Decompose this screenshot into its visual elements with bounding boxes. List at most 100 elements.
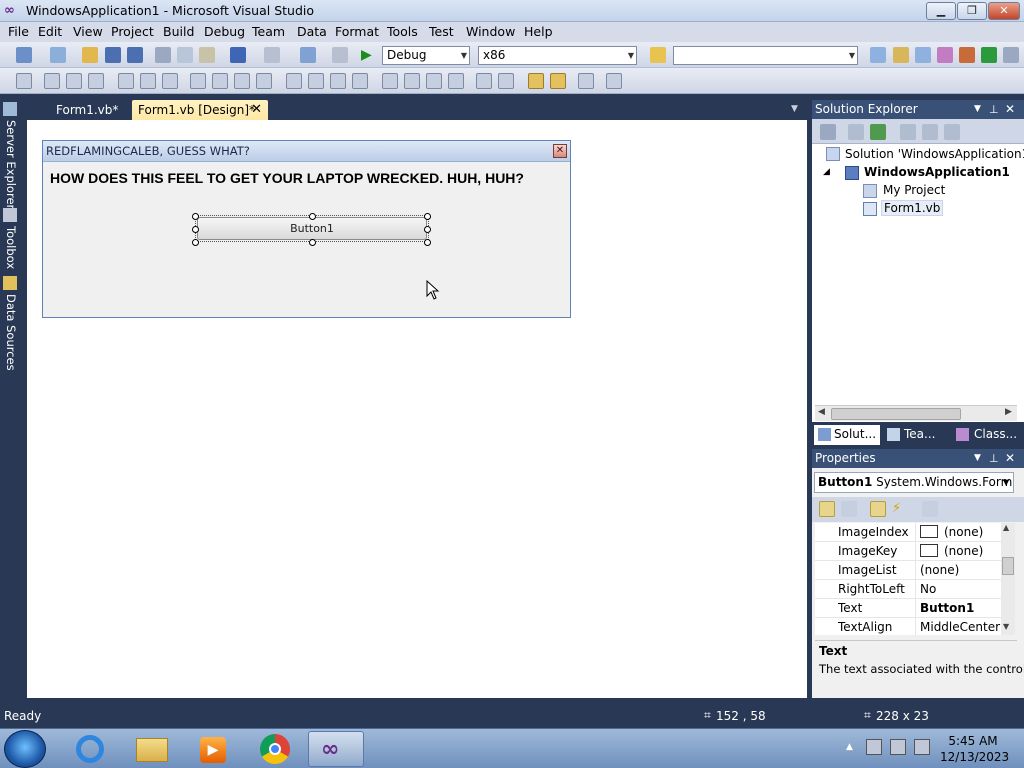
menu-file[interactable]: File xyxy=(8,24,29,39)
refresh-icon[interactable] xyxy=(870,124,886,140)
panel-close-icon[interactable]: ✕ xyxy=(1005,449,1015,468)
menu-window[interactable]: Window xyxy=(466,24,515,39)
menu-project[interactable]: Project xyxy=(111,24,154,39)
start-button[interactable] xyxy=(4,730,46,768)
form-client-area[interactable]: HOW DOES THIS FEEL TO GET YOUR LAPTOP WR… xyxy=(43,162,570,317)
solution-explorer-icon[interactable] xyxy=(870,47,886,63)
menu-edit[interactable]: Edit xyxy=(38,24,62,39)
property-pages-icon[interactable] xyxy=(922,501,938,517)
object-selector[interactable]: Button1 System.Windows.Forms.B ▼ xyxy=(814,472,1014,493)
class-diagram-icon[interactable] xyxy=(944,124,960,140)
increase-vertical-spacing-icon[interactable] xyxy=(404,73,420,89)
taskbar-chrome[interactable] xyxy=(248,731,304,767)
tab-server-explorer[interactable]: Server Explorer xyxy=(2,120,20,209)
new-project-icon[interactable] xyxy=(16,47,32,63)
center-vertically-icon[interactable] xyxy=(498,73,514,89)
scroll-right-icon[interactable]: ▶ xyxy=(1005,407,1012,417)
align-tops-icon[interactable] xyxy=(118,73,134,89)
properties-view-icon[interactable] xyxy=(870,501,886,517)
resize-handle-ne[interactable] xyxy=(424,213,431,220)
form-label[interactable]: HOW DOES THIS FEEL TO GET YOUR LAPTOP WR… xyxy=(50,170,524,186)
align-rights-icon[interactable] xyxy=(88,73,104,89)
object-browser-icon[interactable] xyxy=(915,47,931,63)
alphabetical-icon[interactable] xyxy=(841,501,857,517)
resize-handle-nw[interactable] xyxy=(192,213,199,220)
close-button[interactable]: ✕ xyxy=(988,2,1020,20)
categorized-icon[interactable] xyxy=(819,501,835,517)
save-all-icon[interactable] xyxy=(127,47,143,63)
align-bottoms-icon[interactable] xyxy=(162,73,178,89)
menu-build[interactable]: Build xyxy=(163,24,194,39)
make-same-width-icon[interactable] xyxy=(190,73,206,89)
maximize-button[interactable]: ❐ xyxy=(957,2,987,20)
scroll-up-icon[interactable]: ▲ xyxy=(1003,523,1009,532)
increase-horizontal-spacing-icon[interactable] xyxy=(308,73,324,89)
property-row-text[interactable]: Text Button1 xyxy=(815,599,1001,618)
tab-class-view[interactable]: Class... xyxy=(954,425,1022,445)
cut-icon[interactable] xyxy=(155,47,171,63)
copy-icon[interactable] xyxy=(177,47,193,63)
save-icon[interactable] xyxy=(105,47,121,63)
properties-window-icon[interactable] xyxy=(893,47,909,63)
pin-icon[interactable]: ⊥ xyxy=(989,449,999,468)
resize-handle-e[interactable] xyxy=(424,226,431,233)
menu-view[interactable]: View xyxy=(73,24,103,39)
scroll-down-icon[interactable]: ▼ xyxy=(1003,622,1009,631)
close-tab-icon[interactable]: ✕ xyxy=(251,100,262,120)
start-page-icon[interactable] xyxy=(981,47,997,63)
make-same-height-icon[interactable] xyxy=(234,73,250,89)
property-row-imagelist[interactable]: ImageList (none) xyxy=(815,561,1001,580)
form1-vb-node[interactable]: Form1.vb xyxy=(881,200,944,216)
my-project-node[interactable]: My Project xyxy=(883,183,945,197)
horizontal-scrollbar[interactable]: ◀ ▶ xyxy=(815,405,1017,421)
volume-icon[interactable] xyxy=(914,739,930,755)
menu-format[interactable]: Format xyxy=(335,24,379,39)
taskbar-internet-explorer[interactable] xyxy=(62,731,118,767)
taskbar-file-explorer[interactable] xyxy=(124,731,180,767)
start-debugging-icon[interactable]: ▶ xyxy=(361,47,377,63)
horizontal-spacing-icon[interactable] xyxy=(286,73,302,89)
tab-order-icon[interactable] xyxy=(606,73,622,89)
resize-handle-s[interactable] xyxy=(309,239,316,246)
tab-form1-vb[interactable]: Form1.vb* xyxy=(50,100,130,120)
minimize-button[interactable]: ▁ xyxy=(926,2,956,20)
panel-dropdown-icon[interactable]: ▼ xyxy=(974,100,981,119)
send-to-back-icon[interactable] xyxy=(550,73,566,89)
toolbox-icon[interactable] xyxy=(937,47,953,63)
action-center-icon[interactable] xyxy=(866,739,882,755)
vertical-scrollbar[interactable]: ▲ ▼ xyxy=(1001,523,1015,635)
view-designer-icon[interactable] xyxy=(922,124,938,140)
events-icon[interactable]: ⚡ xyxy=(892,501,908,517)
button1-control[interactable]: Button1 xyxy=(197,217,427,240)
align-middles-icon[interactable] xyxy=(140,73,156,89)
decrease-vertical-spacing-icon[interactable] xyxy=(426,73,442,89)
system-clock[interactable]: 5:45 AM 12/13/2023 xyxy=(940,733,1009,765)
scroll-left-icon[interactable]: ◀ xyxy=(818,407,825,417)
resize-handle-se[interactable] xyxy=(424,239,431,246)
menu-test[interactable]: Test xyxy=(429,24,454,39)
view-code-icon[interactable] xyxy=(900,124,916,140)
resize-handle-n[interactable] xyxy=(309,213,316,220)
network-icon[interactable] xyxy=(890,739,906,755)
solution-node[interactable]: Solution 'WindowsApplication1' xyxy=(845,147,1024,161)
toolbar-options-icon[interactable] xyxy=(1003,47,1019,63)
tab-toolbox[interactable]: Toolbox xyxy=(2,226,20,269)
menu-help[interactable]: Help xyxy=(524,24,553,39)
project-node[interactable]: WindowsApplication1 xyxy=(864,165,1010,179)
add-item-icon[interactable] xyxy=(50,47,66,63)
scrollbar-thumb[interactable] xyxy=(1002,557,1014,575)
collapse-icon[interactable]: ◢ xyxy=(823,167,830,177)
remove-horizontal-spacing-icon[interactable] xyxy=(352,73,368,89)
form-designer-window[interactable]: REDFLAMINGCALEB, GUESS WHAT? ✕ HOW DOES … xyxy=(42,140,571,318)
find-in-files-icon[interactable] xyxy=(650,47,666,63)
taskbar-media-player[interactable]: ▶ xyxy=(186,731,242,767)
lock-controls-icon[interactable] xyxy=(578,73,594,89)
properties-icon[interactable] xyxy=(820,124,836,140)
property-row-textalign[interactable]: TextAlign MiddleCenter xyxy=(815,618,1001,635)
pin-icon[interactable]: ⊥ xyxy=(989,100,999,119)
scrollbar-thumb[interactable] xyxy=(831,408,961,420)
panel-dropdown-icon[interactable]: ▼ xyxy=(974,449,981,468)
remove-vertical-spacing-icon[interactable] xyxy=(448,73,464,89)
paste-icon[interactable] xyxy=(199,47,215,63)
decrease-horizontal-spacing-icon[interactable] xyxy=(330,73,346,89)
